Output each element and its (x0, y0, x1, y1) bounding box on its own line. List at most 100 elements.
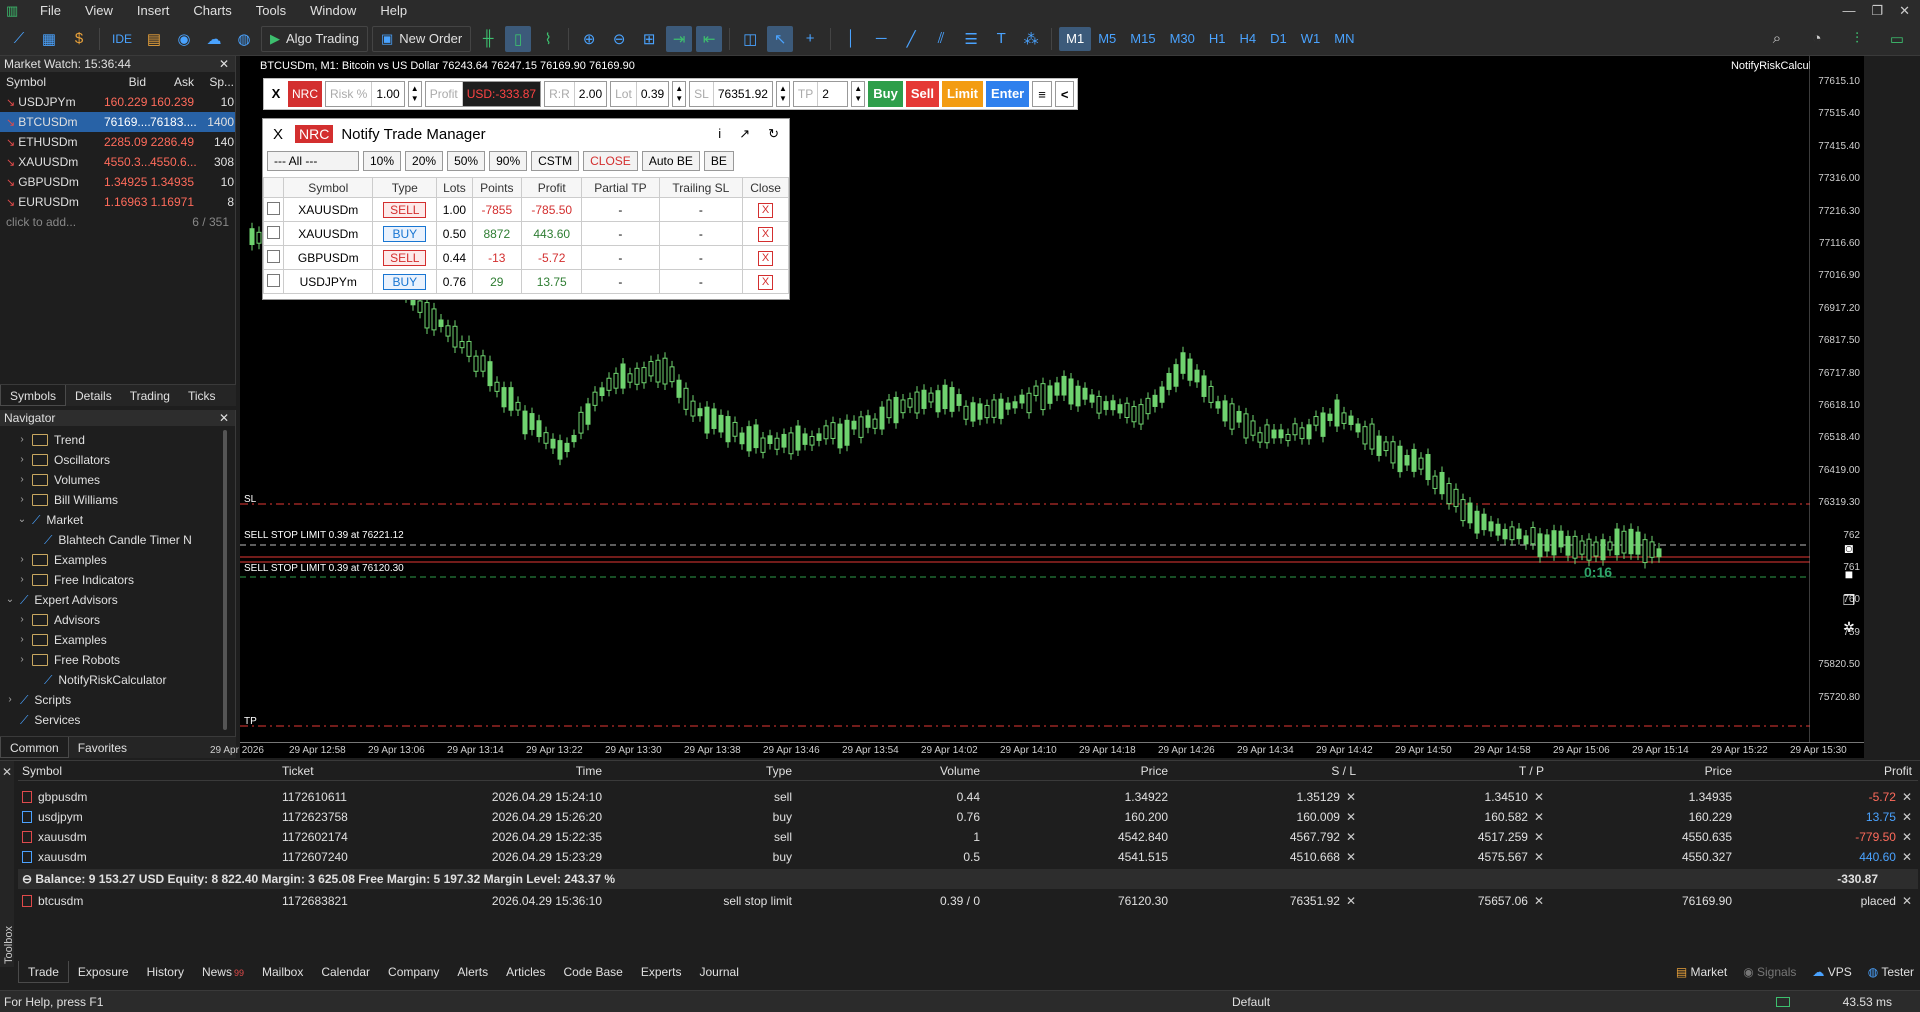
navigator-item[interactable]: › Oscillators (0, 450, 235, 470)
tp-field[interactable]: TP 2 (792, 81, 849, 107)
trailing-sl-cell[interactable]: - (658, 197, 744, 222)
menu-charts[interactable]: Charts (181, 0, 243, 22)
minimize-icon[interactable]: — (1842, 3, 1855, 19)
trailing-sl-cell[interactable]: - (658, 269, 744, 294)
trendline-icon[interactable]: ╱ (898, 26, 924, 52)
info-icon[interactable]: i (718, 126, 721, 142)
timeframe-m30[interactable]: M30 (1163, 27, 1202, 51)
bag-icon[interactable]: ▤ (141, 26, 167, 52)
remove-tp-icon[interactable]: ✕ (1534, 850, 1544, 864)
up-arrow-icon[interactable]: ▲ (854, 84, 862, 94)
collapse-button[interactable]: < (1054, 81, 1075, 107)
sl-stepper[interactable]: ▲ ▼ (775, 81, 790, 107)
column-header[interactable]: Sp... (198, 72, 238, 92)
close-icon[interactable]: ✕ (1899, 3, 1910, 19)
chevron-right-icon[interactable]: › (16, 470, 28, 490)
navigator-item[interactable]: ⌄ ⟋ Expert Advisors (0, 590, 235, 610)
algo-trading-button[interactable]: ▶ Algo Trading (261, 25, 368, 52)
nrc-close-button[interactable]: X (267, 81, 285, 107)
navigator-item[interactable]: › Examples (0, 550, 235, 570)
expand-icon[interactable]: ↗ (739, 126, 750, 142)
menu-button[interactable]: ≡ (1032, 81, 1052, 107)
position-row[interactable]: xauusdm 1172607240 2026.04.29 15:23:29 buy 0… (18, 847, 1918, 867)
up-arrow-icon[interactable]: ▲ (779, 84, 787, 94)
signals-icon[interactable]: ◉ (171, 26, 197, 52)
signals-link[interactable]: ◉ Signals (1743, 965, 1796, 979)
row-checkbox[interactable] (267, 225, 281, 239)
profile-name[interactable]: Default (1232, 991, 1270, 1012)
navigator-item[interactable]: › Free Indicators (0, 570, 235, 590)
vertical-line-icon[interactable]: │ (838, 26, 864, 52)
close-trade-button[interactable]: X (758, 274, 774, 290)
partial-tp-cell[interactable]: - (581, 197, 660, 222)
remove-sl-icon[interactable]: ✕ (1346, 830, 1356, 844)
sl-input[interactable]: 76351.92 (712, 82, 772, 106)
down-arrow-icon[interactable]: ▼ (675, 94, 683, 104)
chevron-right-icon[interactable]: › (16, 490, 28, 510)
new-order-button[interactable]: ▣ New Order (372, 25, 472, 52)
close-position-icon[interactable]: ✕ (1902, 790, 1912, 804)
navigator-item[interactable]: ⟋ Blahtech Candle Timer N (0, 530, 235, 550)
navigator-scrollbar[interactable] (223, 430, 227, 730)
row-checkbox[interactable] (267, 249, 281, 263)
lot-stepper[interactable]: ▲ ▼ (672, 81, 687, 107)
screenshot-icon[interactable]: ◫ (737, 26, 763, 52)
filter-cstm-button[interactable]: CSTM (531, 151, 580, 171)
timeframe-mn[interactable]: MN (1327, 27, 1361, 51)
close-position-icon[interactable]: ✕ (1902, 830, 1912, 844)
chevron-right-icon[interactable]: › (16, 430, 28, 450)
column-header[interactable]: Ticket (262, 761, 432, 780)
enter-button[interactable]: Enter (986, 81, 1030, 107)
navigator-item[interactable]: ⟋ NotifyRiskCalculator (0, 670, 235, 690)
close-icon[interactable]: ✕ (219, 56, 229, 72)
navigator-item[interactable]: › Examples (0, 630, 235, 650)
timeframe-d1[interactable]: D1 (1263, 27, 1294, 51)
limit-button[interactable]: Limit (941, 81, 984, 107)
menu-help[interactable]: Help (368, 0, 419, 22)
tab-symbols[interactable]: Symbols (0, 385, 67, 406)
column-header[interactable]: S / L (1172, 761, 1360, 780)
timeframe-h4[interactable]: H4 (1233, 27, 1264, 51)
tab-mailbox[interactable]: Mailbox (253, 961, 312, 983)
notifications-icon[interactable]: ◔ (1804, 26, 1830, 52)
tile-windows-icon[interactable]: ⊞ (636, 26, 662, 52)
tab-journal[interactable]: Journal (691, 961, 748, 983)
dollar-icon[interactable]: $ (66, 26, 92, 52)
rr-field[interactable]: R:R 2.00 (544, 81, 608, 107)
zoom-in-icon[interactable]: ⊕ (576, 26, 602, 52)
down-arrow-icon[interactable]: ▼ (411, 94, 419, 104)
navigator-item[interactable]: ⌄ ⟋ Market (0, 510, 235, 530)
column-header[interactable]: Time (432, 761, 606, 780)
cloud-icon[interactable]: ☁ (201, 26, 227, 52)
collapse-icon[interactable]: ⊖ (22, 872, 35, 886)
column-header[interactable]: Ask (150, 72, 198, 92)
pending-order-row[interactable]: btcusdm 1172683821 2026.04.29 15:36:10 sell… (18, 891, 1918, 911)
tab-ticks[interactable]: Ticks (179, 385, 225, 406)
tp-input[interactable]: 2 (817, 82, 847, 106)
close-icon[interactable]: ✕ (219, 410, 229, 426)
remove-tp-icon[interactable]: ✕ (1534, 830, 1544, 844)
tab-alerts[interactable]: Alerts (448, 961, 497, 983)
settings-icon[interactable]: ✲ (1840, 619, 1858, 636)
up-arrow-icon[interactable]: ▲ (411, 84, 419, 94)
sl-field[interactable]: SL 76351.92 (689, 81, 773, 107)
down-arrow-icon[interactable]: ▼ (854, 94, 862, 104)
risk-field[interactable]: Risk % 1.00 (325, 81, 405, 107)
remove-tp-icon[interactable]: ✕ (1534, 790, 1544, 804)
close-trade-button[interactable]: X (758, 226, 774, 242)
vps-link[interactable]: ☁ VPS (1812, 965, 1851, 979)
column-header[interactable]: Symbol (6, 72, 104, 92)
lot-field[interactable]: Lot 0.39 (610, 81, 670, 107)
cursor-icon[interactable]: ↖ (767, 25, 794, 52)
timeframe-m5[interactable]: M5 (1091, 27, 1123, 51)
menu-view[interactable]: View (73, 0, 125, 22)
navigator-item[interactable]: › Volumes (0, 470, 235, 490)
column-header[interactable]: Price (1548, 761, 1736, 780)
tester-link[interactable]: ◍ Tester (1868, 965, 1914, 979)
tab-code-base[interactable]: Code Base (554, 961, 631, 983)
chevron-right-icon[interactable]: › (16, 550, 28, 570)
position-row[interactable]: gbpusdm 1172610611 2026.04.29 15:24:10 sell… (18, 787, 1918, 807)
tab-articles[interactable]: Articles (497, 961, 554, 983)
risk-input[interactable]: 1.00 (371, 82, 403, 106)
chevron-down-icon[interactable]: ⌄ (16, 510, 28, 530)
